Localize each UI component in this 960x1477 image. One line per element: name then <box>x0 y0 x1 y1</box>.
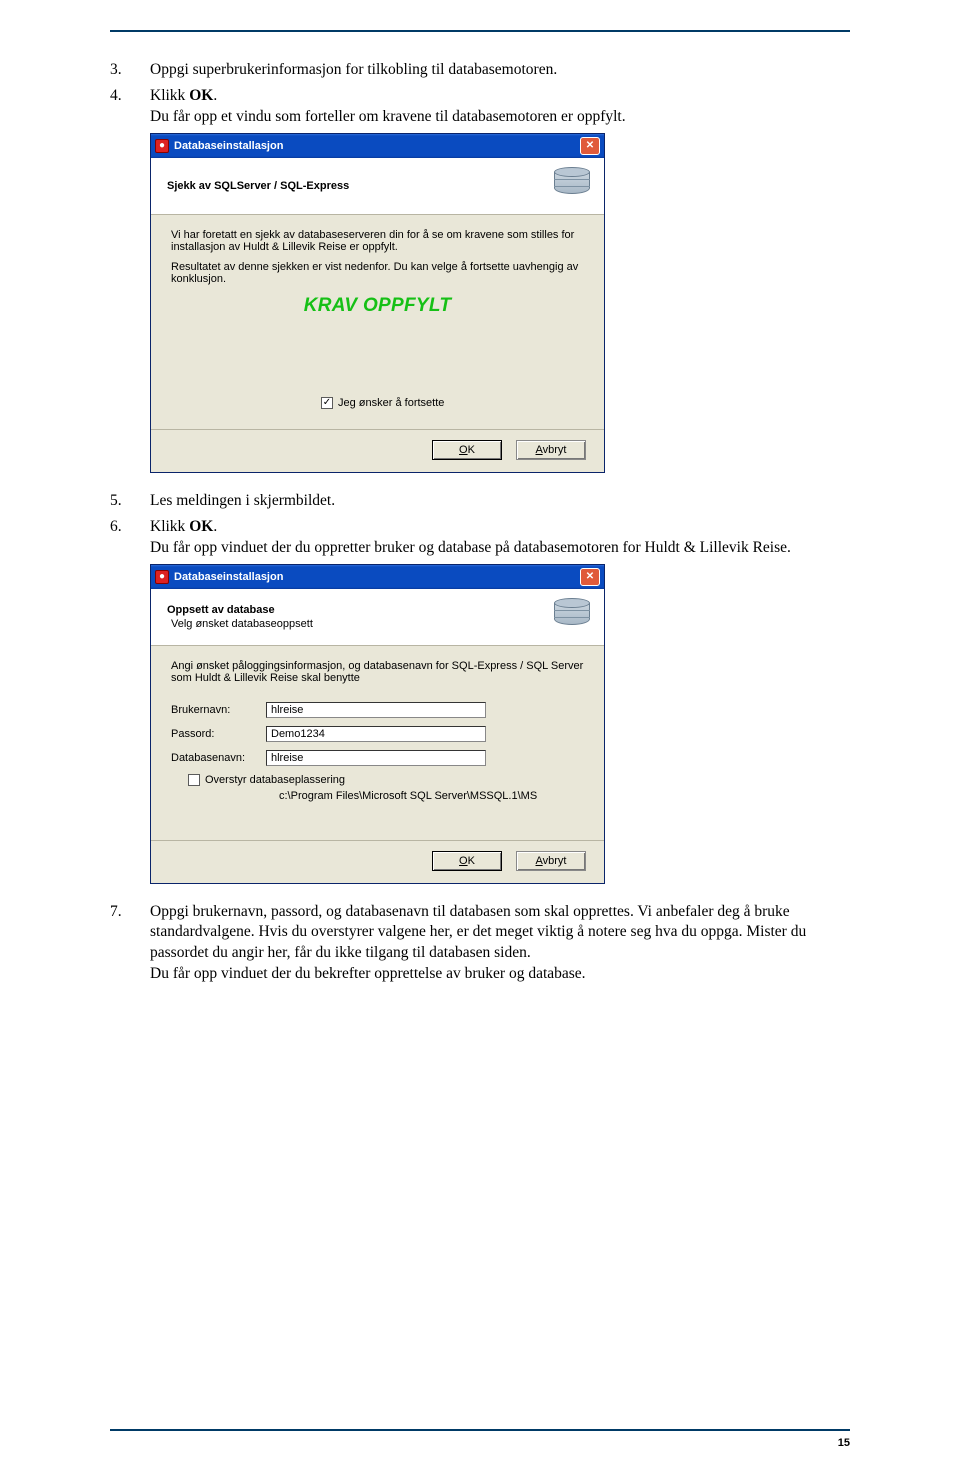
database-icon <box>552 597 592 637</box>
dialog-content: Vi har foretatt en sjekk av databaseserv… <box>151 215 604 421</box>
database-icon <box>552 166 592 206</box>
step-text: Oppgi superbrukerinformasjon for tilkobl… <box>150 60 850 81</box>
step-text: Oppgi brukernavn, passord, og databasena… <box>150 902 850 986</box>
status-krav-oppfylt: KRAV OPPFYLT <box>171 295 584 317</box>
titlebar: ● Databaseinstallasjon ✕ <box>151 565 604 589</box>
page-number: 15 <box>110 1437 850 1449</box>
ok-button[interactable]: OK <box>432 851 502 871</box>
row-dbname: Databasenavn: hlreise <box>171 750 584 766</box>
instruction-list: 7. Oppgi brukernavn, passord, og databas… <box>110 902 850 986</box>
step-number: 4. <box>110 86 150 128</box>
close-icon[interactable]: ✕ <box>580 137 600 155</box>
window-title: Databaseinstallasjon <box>174 140 580 152</box>
instruction-list: 5. Les meldingen i skjermbildet. 6. Klik… <box>110 491 850 559</box>
row-path: c:\Program Files\Microsoft SQL Server\MS… <box>279 790 584 802</box>
step-number: 5. <box>110 491 150 512</box>
info-text: Resultatet av denne sjekken er vist nede… <box>171 261 584 285</box>
password-input[interactable]: Demo1234 <box>266 726 486 742</box>
close-icon[interactable]: ✕ <box>580 568 600 586</box>
ok-button[interactable]: OK <box>432 440 502 460</box>
dialog-dbsetup: ● Databaseinstallasjon ✕ Oppsett av data… <box>150 564 605 884</box>
override-label: Overstyr databaseplassering <box>205 774 345 786</box>
band-subtitle: Velg ønsket databaseoppsett <box>167 618 544 630</box>
row-override: Overstyr databaseplassering <box>171 774 584 786</box>
step-7: 7. Oppgi brukernavn, passord, og databas… <box>110 902 850 986</box>
username-label: Brukernavn: <box>171 704 266 716</box>
info-text: Angi ønsket påloggingsinformasjon, og da… <box>171 660 584 684</box>
step-number: 3. <box>110 60 150 81</box>
path-input: c:\Program Files\Microsoft SQL Server\MS… <box>279 790 537 802</box>
step-number: 7. <box>110 902 150 986</box>
band-title: Oppsett av database <box>167 604 544 616</box>
password-label: Passord: <box>171 728 266 740</box>
window-title: Databaseinstallasjon <box>174 571 580 583</box>
row-username: Brukernavn: hlreise <box>171 702 584 718</box>
step-3: 3. Oppgi superbrukerinformasjon for tilk… <box>110 60 850 81</box>
step-text: Les meldingen i skjermbildet. <box>150 491 850 512</box>
override-checkbox[interactable] <box>188 774 200 786</box>
band-title: Sjekk av SQLServer / SQL-Express <box>167 180 544 192</box>
dialog-sqlcheck: ● Databaseinstallasjon ✕ Sjekk av SQLSer… <box>150 133 605 473</box>
app-icon: ● <box>155 139 169 153</box>
step-text: Klikk OK. Du får opp vinduet der du oppr… <box>150 517 850 559</box>
step-text: Klikk OK. Du får opp et vindu som fortel… <box>150 86 850 128</box>
step-4: 4. Klikk OK. Du får opp et vindu som for… <box>110 86 850 128</box>
page-top-rule <box>110 30 850 32</box>
row-password: Passord: Demo1234 <box>171 726 584 742</box>
step-5: 5. Les meldingen i skjermbildet. <box>110 491 850 512</box>
app-icon: ● <box>155 570 169 584</box>
info-text: Vi har foretatt en sjekk av databaseserv… <box>171 229 584 253</box>
page-footer: 15 <box>110 1429 850 1449</box>
step-number: 6. <box>110 517 150 559</box>
step-6: 6. Klikk OK. Du får opp vinduet der du o… <box>110 517 850 559</box>
dialog-header-band: Oppsett av database Velg ønsket database… <box>151 589 604 646</box>
dbname-input[interactable]: hlreise <box>266 750 486 766</box>
cancel-button[interactable]: Avbryt <box>516 851 586 871</box>
username-input[interactable]: hlreise <box>266 702 486 718</box>
dialog-content: Angi ønsket påloggingsinformasjon, og da… <box>151 646 604 832</box>
checkbox-label: Jeg ønsker å fortsette <box>338 397 444 409</box>
continue-checkbox[interactable]: ✓ <box>321 397 333 409</box>
continue-checkbox-row: ✓ Jeg ønsker å fortsette <box>321 397 584 409</box>
cancel-button[interactable]: Avbryt <box>516 440 586 460</box>
footer-rule <box>110 1429 850 1431</box>
titlebar: ● Databaseinstallasjon ✕ <box>151 134 604 158</box>
dialog-header-band: Sjekk av SQLServer / SQL-Express <box>151 158 604 215</box>
dialog-buttons: OK Avbryt <box>151 841 604 883</box>
dbname-label: Databasenavn: <box>171 752 266 764</box>
dialog-buttons: OK Avbryt <box>151 430 604 472</box>
instruction-list: 3. Oppgi superbrukerinformasjon for tilk… <box>110 60 850 128</box>
